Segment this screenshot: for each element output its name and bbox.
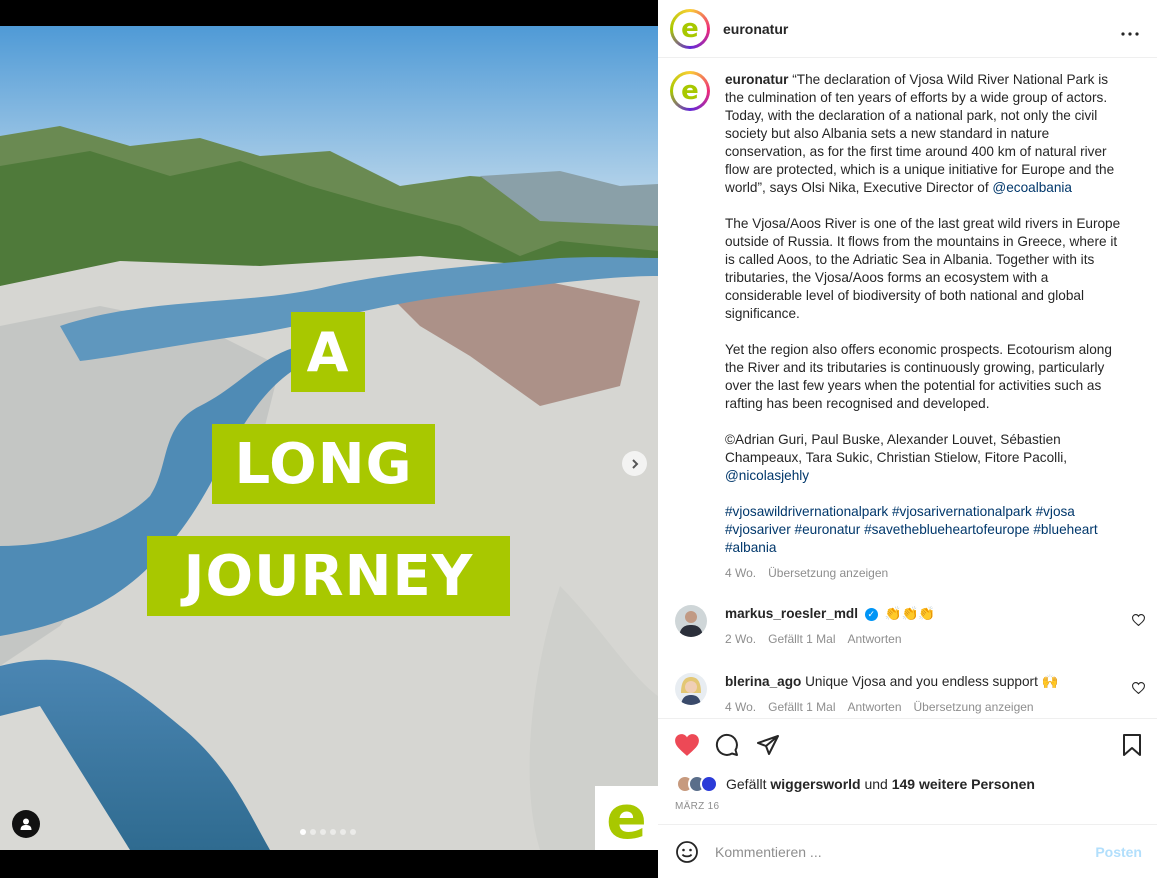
carousel-indicator xyxy=(300,829,356,835)
likes-text: Gefällt wiggersworld und 149 weitere Per… xyxy=(726,776,1035,792)
comment-username[interactable]: blerina_ago xyxy=(725,674,801,689)
carousel-dot xyxy=(340,829,346,835)
euronatur-logo: e xyxy=(595,786,658,850)
comments-section[interactable]: e euronatur “The declaration of Vjosa Wi… xyxy=(658,59,1157,717)
comment-likes[interactable]: Gefällt 1 Mal xyxy=(768,630,835,648)
comment-text: Unique Vjosa and you endless support 🙌 xyxy=(805,674,1059,689)
caption-time[interactable]: 4 Wo. xyxy=(725,564,756,582)
translate-button[interactable]: Übersetzung anzeigen xyxy=(768,564,888,582)
caption-credits: ©Adrian Guri, Paul Buske, Alexander Louv… xyxy=(725,432,1068,465)
likes-summary[interactable]: Gefällt wiggersworld und 149 weitere Per… xyxy=(676,775,1035,793)
post-date[interactable]: MÄRZ 16 xyxy=(675,801,719,812)
hashtag-link[interactable]: #blueheart xyxy=(1033,522,1097,537)
caption-avatar[interactable]: e xyxy=(670,71,710,111)
carousel-next-button[interactable] xyxy=(622,451,647,476)
account-avatar[interactable]: e xyxy=(670,8,710,49)
translate-button[interactable]: Übersetzung anzeigen xyxy=(914,698,1034,716)
hashtag-link[interactable]: #albania xyxy=(725,540,776,555)
hashtag-link[interactable]: #vjosarivernationalpark xyxy=(892,504,1032,519)
person-icon xyxy=(20,818,32,830)
comment-like-heart-icon[interactable] xyxy=(1132,614,1145,626)
caption-paragraph: euronatur “The declaration of Vjosa Wild… xyxy=(725,71,1125,197)
caption-body: euronatur “The declaration of Vjosa Wild… xyxy=(725,71,1125,582)
carousel-dot xyxy=(310,829,316,835)
post-photo[interactable]: A LONG JOURNEY xyxy=(0,26,658,850)
share-send-icon[interactable] xyxy=(756,733,780,757)
chevron-right-icon xyxy=(631,458,638,469)
more-horizontal-icon xyxy=(1121,32,1139,36)
comment-body: blerina_ago Unique Vjosa and you endless… xyxy=(725,673,1145,716)
overlay-word-a: A xyxy=(291,312,365,392)
emoji-icon[interactable] xyxy=(675,840,699,864)
comment-item: blerina_ago Unique Vjosa and you endless… xyxy=(675,673,1145,716)
caption-paragraph: ©Adrian Guri, Paul Buske, Alexander Louv… xyxy=(725,431,1125,485)
comment-meta: 4 Wo. Gefällt 1 Mal Antworten Übersetzun… xyxy=(725,698,1145,716)
caption-paragraph: The Vjosa/Aoos River is one of the last … xyxy=(725,216,1121,321)
hashtag-link[interactable]: #vjosariver xyxy=(725,522,791,537)
overlay-word-long: LONG xyxy=(212,424,435,504)
comment-meta: 2 Wo. Gefällt 1 Mal Antworten xyxy=(725,630,1145,648)
profile-photo-icon xyxy=(675,605,707,637)
reply-button[interactable]: Antworten xyxy=(847,630,901,648)
hashtag-link[interactable]: #vjosa xyxy=(1036,504,1075,519)
overlay-word-journey: JOURNEY xyxy=(147,536,510,616)
comment-item: markus_roesler_mdl ✓ 👏👏👏 2 Wo. Gefällt 1… xyxy=(675,605,1145,648)
hashtag-link[interactable]: #vjosawildrivernationalpark xyxy=(725,504,888,519)
profile-photo-icon xyxy=(675,673,707,705)
comment-input[interactable] xyxy=(715,843,1075,860)
post-comment-button[interactable]: Posten xyxy=(1095,844,1142,860)
likes-and: und xyxy=(864,776,888,792)
commenter-avatar[interactable] xyxy=(675,673,707,705)
header-username[interactable]: euronatur xyxy=(723,21,788,37)
post-media[interactable]: A LONG JOURNEY e xyxy=(0,0,658,878)
comment-like-heart-icon[interactable] xyxy=(1132,682,1145,694)
likes-user[interactable]: wiggersworld xyxy=(770,776,860,792)
commenter-avatar[interactable] xyxy=(675,605,707,637)
caption-username[interactable]: euronatur xyxy=(725,72,788,87)
hashtag-link[interactable]: #euronatur xyxy=(795,522,861,537)
post-actions: Gefällt wiggersworld und 149 weitere Per… xyxy=(658,718,1157,824)
liker-avatar xyxy=(700,775,718,793)
comment-time[interactable]: 4 Wo. xyxy=(725,698,756,716)
comment-body: markus_roesler_mdl ✓ 👏👏👏 2 Wo. Gefällt 1… xyxy=(725,605,1145,648)
add-comment-bar: Posten xyxy=(658,824,1157,878)
mention-link[interactable]: @ecoalbania xyxy=(992,180,1072,195)
mention-link[interactable]: @nicolasjehly xyxy=(725,468,809,483)
like-heart-icon[interactable] xyxy=(674,733,700,757)
comment-bubble-icon[interactable] xyxy=(715,733,739,757)
comment-time[interactable]: 2 Wo. xyxy=(725,630,756,648)
carousel-dot xyxy=(350,829,356,835)
reply-button[interactable]: Antworten xyxy=(847,698,901,716)
likes-others[interactable]: 149 weitere Personen xyxy=(892,776,1035,792)
post-side-panel: e euronatur e euronatur “The declaration… xyxy=(658,0,1157,878)
comment-text: 👏👏👏 xyxy=(884,606,936,621)
likes-prefix: Gefällt xyxy=(726,776,767,792)
caption-meta: 4 Wo. Übersetzung anzeigen xyxy=(725,564,1125,582)
carousel-dot xyxy=(330,829,336,835)
hashtag-link[interactable]: #savetheblueheartofeurope xyxy=(864,522,1030,537)
bookmark-icon[interactable] xyxy=(1121,733,1143,757)
avatar-letter: e xyxy=(673,74,707,108)
caption-paragraph: Yet the region also offers economic pros… xyxy=(725,342,1112,411)
caption-text: “The declaration of Vjosa Wild River Nat… xyxy=(725,72,1115,195)
verified-badge-icon: ✓ xyxy=(864,607,878,621)
avatar-letter: e xyxy=(673,11,707,46)
carousel-dot xyxy=(300,829,306,835)
more-options-button[interactable] xyxy=(1121,20,1139,41)
post-header: e euronatur xyxy=(658,0,1157,58)
comment-likes[interactable]: Gefällt 1 Mal xyxy=(768,698,835,716)
post-caption: e euronatur “The declaration of Vjosa Wi… xyxy=(670,71,1125,582)
carousel-dot xyxy=(320,829,326,835)
comment-username[interactable]: markus_roesler_mdl xyxy=(725,606,858,621)
user-tags-button[interactable] xyxy=(12,810,40,838)
hashtag-list: #vjosawildrivernationalpark #vjosarivern… xyxy=(725,503,1125,557)
